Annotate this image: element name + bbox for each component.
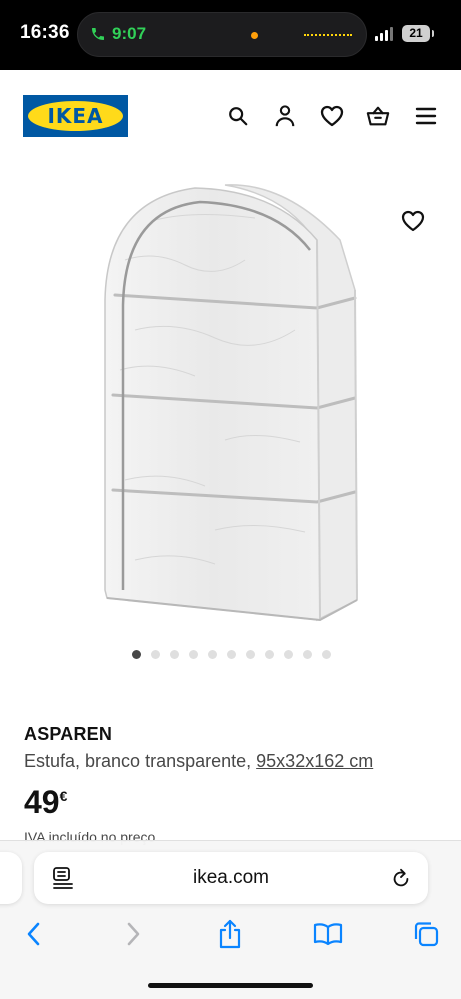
tabs-button[interactable] (410, 918, 442, 950)
gallery-dot[interactable] (284, 650, 293, 659)
price-value: 49 (24, 784, 60, 820)
dynamic-island[interactable]: 9:07 (77, 12, 367, 57)
account-icon (275, 105, 295, 127)
audio-wave-icon (304, 34, 352, 37)
product-description: Estufa, branco transparente, 95x32x162 c… (24, 751, 373, 772)
back-icon (27, 922, 40, 946)
account-button[interactable] (273, 104, 297, 128)
bookmarks-icon (313, 923, 343, 946)
search-icon (229, 107, 248, 126)
address-bar[interactable]: ikea.com (34, 852, 428, 904)
favourites-button[interactable] (320, 104, 344, 128)
gallery-dot[interactable] (246, 650, 255, 659)
mic-indicator-icon (251, 32, 258, 39)
gallery-dot[interactable] (170, 650, 179, 659)
basket-button[interactable] (366, 104, 390, 128)
search-button[interactable] (226, 104, 250, 128)
product-dimensions-link[interactable]: 95x32x162 cm (256, 751, 373, 771)
url-text: ikea.com (192, 867, 270, 888)
gallery-pagination[interactable] (132, 650, 331, 659)
menu-icon (415, 107, 437, 125)
status-bar: 16:36 9:07 21 (0, 0, 461, 70)
product-image[interactable] (95, 180, 365, 630)
gallery-dot[interactable] (303, 650, 312, 659)
gallery-dot[interactable] (132, 650, 141, 659)
forward-icon (127, 922, 140, 946)
price-currency: € (59, 788, 68, 804)
back-button[interactable] (18, 918, 50, 950)
product-type: Estufa, branco transparente, (24, 751, 252, 771)
product-favourite-button[interactable] (400, 208, 426, 234)
call-timer: 9:07 (112, 24, 147, 43)
gallery-dot[interactable] (208, 650, 217, 659)
share-icon (219, 919, 241, 949)
product-price: 49 € (24, 782, 67, 822)
battery-icon: 21 (402, 25, 434, 42)
signal-icon (375, 27, 393, 41)
reload-icon[interactable] (390, 866, 412, 890)
menu-button[interactable] (414, 104, 438, 128)
logo-text: IKEA (47, 104, 104, 128)
home-indicator[interactable] (148, 983, 313, 988)
gallery-dot[interactable] (322, 650, 331, 659)
heart-icon (401, 210, 425, 232)
call-indicator[interactable]: 9:07 (90, 24, 146, 44)
favourites-icon (320, 105, 344, 127)
share-button[interactable] (214, 918, 246, 950)
gallery-dot[interactable] (227, 650, 236, 659)
tabs-icon (414, 922, 439, 947)
basket-icon (366, 106, 390, 126)
bookmarks-button[interactable] (312, 918, 344, 950)
gallery-dot[interactable] (189, 650, 198, 659)
previous-tab-preview[interactable] (0, 852, 22, 904)
ikea-logo[interactable]: IKEA (23, 95, 128, 137)
gallery-dot[interactable] (265, 650, 274, 659)
gallery-dot[interactable] (151, 650, 160, 659)
phone-icon (92, 28, 104, 40)
forward-button[interactable] (117, 918, 149, 950)
product-name: ASPAREN (24, 724, 113, 744)
status-time: 16:36 (20, 22, 70, 43)
